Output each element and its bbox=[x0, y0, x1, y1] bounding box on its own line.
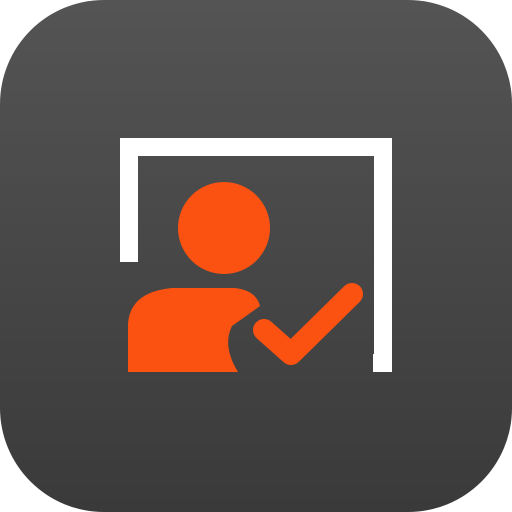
app-icon[interactable] bbox=[0, 0, 512, 512]
app-icon-canvas bbox=[0, 0, 512, 512]
person-head-icon bbox=[178, 182, 270, 274]
checkmark-icon bbox=[253, 283, 363, 365]
person-body-icon bbox=[128, 288, 260, 372]
user-check-frame-icon bbox=[120, 138, 392, 372]
